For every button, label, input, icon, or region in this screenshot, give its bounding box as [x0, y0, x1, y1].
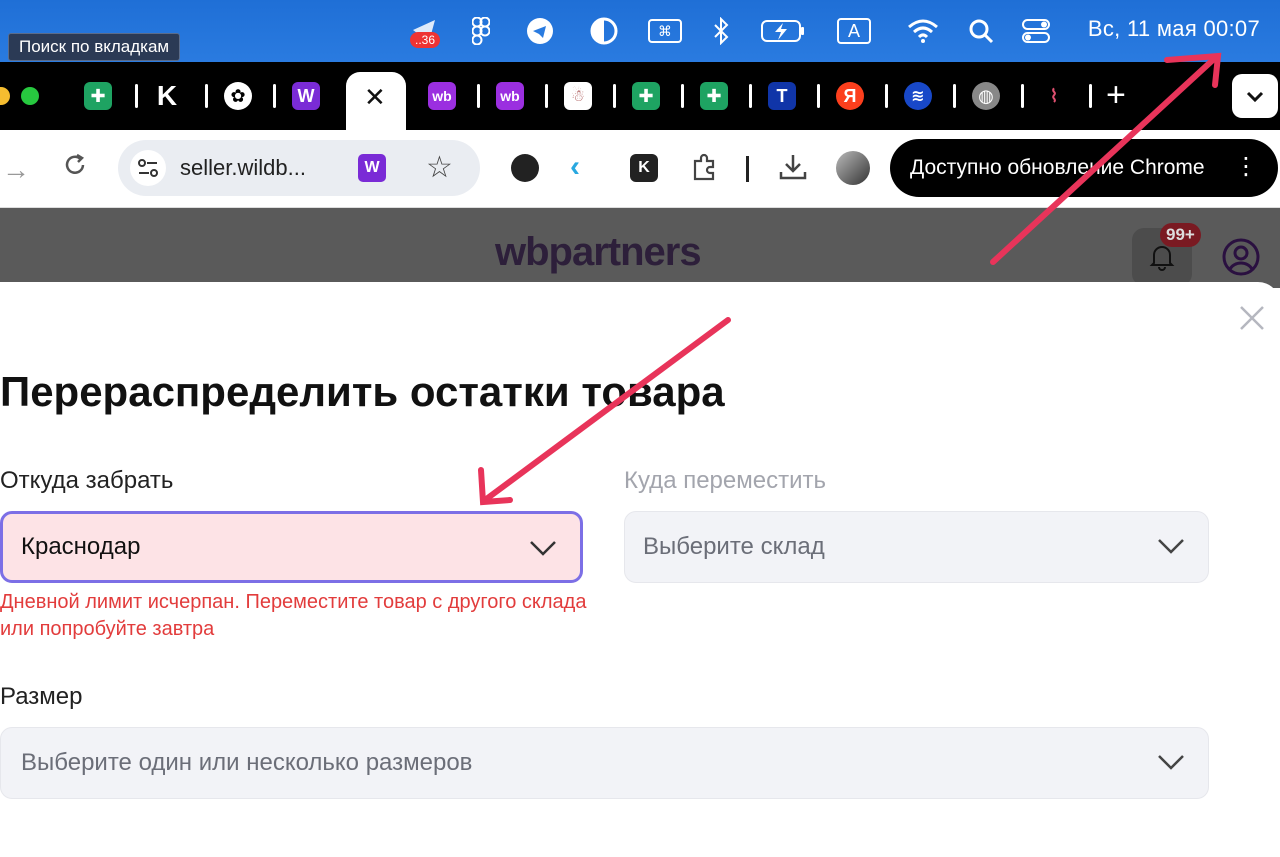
- reload-icon[interactable]: [62, 152, 88, 183]
- tab-search-tooltip: Поиск по вкладкам: [8, 33, 181, 61]
- figma-icon[interactable]: [468, 14, 494, 48]
- from-warehouse-label: Откуда забрать: [0, 467, 174, 494]
- tab-separator: [817, 84, 820, 108]
- account-icon[interactable]: [1222, 238, 1260, 281]
- control-center-icon[interactable]: [1020, 14, 1052, 48]
- extension-k-blue-icon[interactable]: ‹: [570, 150, 580, 184]
- contrast-app-icon[interactable]: [588, 14, 620, 48]
- tab-separator: [135, 84, 138, 108]
- notification-badge: 99+: [1160, 223, 1201, 247]
- globe-wave-icon[interactable]: ≋: [904, 82, 932, 110]
- input-source-icon[interactable]: A: [836, 14, 872, 48]
- tab-separator: [885, 84, 888, 108]
- openai-icon[interactable]: ✿: [224, 82, 252, 110]
- w-extension-icon[interactable]: W: [358, 154, 386, 182]
- tab-separator: [477, 84, 480, 108]
- wb-icon[interactable]: wb: [496, 82, 524, 110]
- notification-count-badge: ..36: [410, 32, 441, 48]
- tab-separator: [1021, 84, 1024, 108]
- chevron-down-icon: [1246, 91, 1264, 103]
- w-icon[interactable]: W: [292, 82, 320, 110]
- telegram-icon[interactable]: [524, 14, 556, 48]
- tab-separator: [1089, 84, 1092, 108]
- modal-title: Перераспределить остатки товара: [0, 368, 725, 415]
- to-warehouse-label: Куда переместить: [624, 467, 826, 494]
- app-icon[interactable]: ☃: [564, 82, 592, 110]
- chrome-update-label: Доступно обновление Chrome: [910, 156, 1205, 179]
- sheets-icon[interactable]: ✚: [700, 82, 728, 110]
- toolbar-divider: [746, 156, 749, 182]
- size-placeholder: Выберите один или несколько размеров: [21, 749, 473, 776]
- window-zoom-button[interactable]: [21, 87, 39, 105]
- k-icon[interactable]: K: [153, 80, 181, 111]
- bluetooth-icon[interactable]: [708, 14, 734, 48]
- globe-icon[interactable]: ◍: [972, 82, 1000, 110]
- tab-search-button[interactable]: [1232, 74, 1278, 118]
- command-key-icon[interactable]: ⌘: [647, 14, 683, 48]
- wifi-icon[interactable]: [906, 14, 940, 48]
- tab-separator: [545, 84, 548, 108]
- tab-separator: [613, 84, 616, 108]
- close-tab-icon[interactable]: ✕: [364, 82, 386, 113]
- keyboard-layout-label: A: [837, 18, 871, 44]
- to-warehouse-select[interactable]: Выберите склад: [624, 511, 1209, 583]
- extensions-puzzle-icon[interactable]: [690, 152, 720, 187]
- spotlight-search-icon[interactable]: [966, 14, 996, 48]
- chevron-down-icon: [1158, 755, 1184, 770]
- bookmark-star-icon[interactable]: ☆: [426, 150, 453, 185]
- battery-charging-icon[interactable]: [760, 14, 806, 48]
- from-warehouse-value: Краснодар: [21, 533, 141, 560]
- extension-waveform-icon[interactable]: [511, 154, 539, 182]
- kebab-menu-icon[interactable]: ⋮: [1234, 151, 1258, 183]
- sheets-icon[interactable]: ✚: [84, 82, 112, 110]
- tab-separator: [205, 84, 208, 108]
- sheets-icon[interactable]: ✚: [632, 82, 660, 110]
- modal-close-icon[interactable]: [1238, 304, 1266, 332]
- menubar-clock[interactable]: Вс, 11 мая 00:07: [1088, 16, 1260, 42]
- chrome-update-button[interactable]: Доступно обновление Chrome ⋮: [890, 139, 1278, 197]
- site-logo[interactable]: wbpartners: [495, 230, 702, 275]
- forward-arrow-icon[interactable]: →: [2, 154, 30, 186]
- bell-icon: [1149, 246, 1175, 271]
- size-select[interactable]: Выберите один или несколько размеров: [0, 727, 1209, 799]
- download-icon[interactable]: [778, 152, 808, 187]
- limit-error-message: Дневной лимит исчерпан. Переместите това…: [0, 591, 587, 640]
- site-header: wbpartners 99+: [0, 208, 1280, 288]
- tab-separator: [273, 84, 276, 108]
- tab-separator: [953, 84, 956, 108]
- url-text[interactable]: seller.wildb...: [180, 155, 306, 181]
- size-label: Размер: [0, 683, 83, 710]
- chevron-down-icon: [530, 541, 556, 556]
- from-warehouse-select[interactable]: Краснодар: [0, 511, 583, 583]
- wb-icon[interactable]: wb: [428, 82, 456, 110]
- t-icon[interactable]: T: [768, 82, 796, 110]
- to-warehouse-placeholder: Выберите склад: [643, 533, 825, 560]
- macos-menubar: ..36 ⌘ A Вс, 11 мая 00:07 Поиск по вклад…: [0, 0, 1280, 62]
- profile-avatar[interactable]: [836, 151, 870, 185]
- address-bar[interactable]: seller.wildb... W ☆: [118, 140, 480, 196]
- site-settings-icon[interactable]: [130, 150, 166, 186]
- tab-separator: [681, 84, 684, 108]
- new-tab-button[interactable]: +: [1106, 76, 1126, 115]
- extension-k-icon[interactable]: K: [630, 154, 658, 182]
- svg-text:⌘: ⌘: [658, 24, 672, 40]
- waveform-icon[interactable]: ⌇: [1040, 82, 1068, 110]
- tab-separator: [749, 84, 752, 108]
- yandex-icon[interactable]: Я: [836, 82, 864, 110]
- chevron-down-icon: [1158, 539, 1184, 554]
- active-tab[interactable]: ✕: [346, 72, 406, 130]
